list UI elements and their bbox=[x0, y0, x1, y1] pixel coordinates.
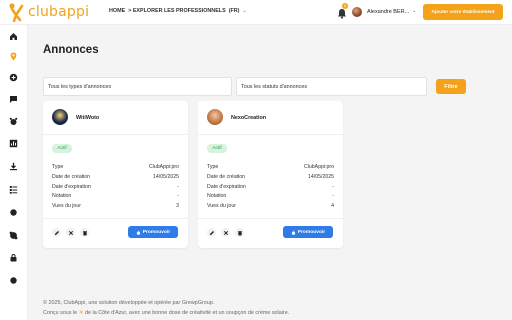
fire-icon bbox=[291, 229, 295, 235]
ad-status-select[interactable]: Tous les statuts d'annonces bbox=[236, 77, 427, 96]
detail-created: Date de création 14/05/2025 bbox=[52, 174, 179, 180]
detail-views: Vues du jour 4 bbox=[207, 202, 334, 209]
card-actions: Promouvoir bbox=[198, 218, 343, 248]
trash-icon[interactable] bbox=[235, 228, 244, 237]
status-badge: Actif bbox=[207, 144, 227, 153]
trash-icon[interactable] bbox=[80, 228, 89, 237]
edit-icon[interactable] bbox=[52, 228, 61, 237]
avatar[interactable] bbox=[352, 7, 362, 17]
footer-copyright: © 2025, ClubAppi, une solution développé… bbox=[43, 300, 215, 306]
detail-views: Vues du jour 3 bbox=[52, 202, 179, 209]
card-actions: Promouvoir bbox=[43, 218, 188, 248]
detail-type: Type ClubAppi:pro bbox=[52, 164, 179, 170]
add-circle-icon[interactable] bbox=[9, 73, 18, 82]
nav-explore-link[interactable]: > EXPLORER LES PROFESSIONNELS bbox=[128, 8, 226, 14]
promote-label: Promouvoir bbox=[142, 229, 171, 235]
promote-button[interactable]: Promouvoir bbox=[128, 226, 178, 238]
chart-icon[interactable] bbox=[9, 139, 18, 148]
download-icon[interactable] bbox=[9, 162, 18, 171]
close-icon[interactable] bbox=[221, 228, 230, 237]
dot-icon[interactable] bbox=[9, 276, 18, 285]
ad-card: NexoCreation Actif Type ClubAppi:pro Date… bbox=[198, 101, 343, 248]
card-header: NexoCreation bbox=[198, 101, 343, 135]
logo-text: clubappi bbox=[28, 4, 90, 20]
detail-expires: Date d'expiration - bbox=[207, 183, 334, 190]
breadcrumb: HOME > EXPLORER LES PROFESSIONNELS (FR) … bbox=[109, 8, 247, 14]
notification-badge: 1 bbox=[342, 3, 348, 9]
card-header: WitiWoto bbox=[43, 101, 188, 135]
filter-button[interactable]: Filtre bbox=[436, 79, 466, 94]
fire-icon bbox=[136, 229, 140, 235]
user-name[interactable]: Alexandre BER... bbox=[367, 9, 409, 15]
detail-created: Date de création 14/05/2025 bbox=[207, 174, 334, 180]
add-establishment-button[interactable]: Ajouter votre établissement bbox=[423, 4, 503, 20]
skype-icon[interactable] bbox=[9, 231, 18, 240]
page-title: Annonces bbox=[43, 44, 99, 56]
detail-expires: Date d'expiration - bbox=[52, 183, 179, 190]
detail-rating: Notation - bbox=[207, 193, 334, 199]
detail-rating: Notation - bbox=[52, 193, 179, 199]
logo[interactable]: clubappi bbox=[7, 2, 90, 23]
chevron-down-icon[interactable]: ⌄ bbox=[412, 8, 416, 14]
promote-button[interactable]: Promouvoir bbox=[283, 226, 333, 238]
dot-icon[interactable] bbox=[9, 208, 18, 217]
lock-icon[interactable] bbox=[9, 253, 18, 262]
avatar bbox=[52, 109, 68, 125]
sidebar bbox=[0, 25, 28, 320]
footer-tagline: Conçu sous le ☀ de la Côte d'Azur, avec … bbox=[43, 310, 290, 316]
ad-type-select[interactable]: Tous les types d'annonces bbox=[43, 77, 232, 96]
location-pin-icon[interactable] bbox=[9, 52, 18, 61]
list-icon[interactable] bbox=[9, 185, 18, 194]
close-icon[interactable] bbox=[66, 228, 75, 237]
card-title[interactable]: WitiWoto bbox=[76, 115, 99, 121]
edit-icon[interactable] bbox=[207, 228, 216, 237]
detail-type: Type ClubAppi:pro bbox=[207, 164, 334, 170]
alarm-icon[interactable] bbox=[9, 117, 18, 126]
home-icon[interactable] bbox=[9, 32, 18, 41]
avatar bbox=[207, 109, 223, 125]
nav-home-link[interactable]: HOME bbox=[109, 8, 125, 14]
top-bar: clubappi HOME > EXPLORER LES PROFESSIONN… bbox=[0, 0, 512, 25]
chevron-down-icon[interactable]: ⌄ bbox=[242, 8, 246, 14]
language-selector[interactable]: (FR) bbox=[229, 8, 240, 14]
promote-label: Promouvoir bbox=[297, 229, 326, 235]
status-badge: Actif bbox=[52, 144, 72, 153]
sun-icon: ☀ bbox=[78, 310, 84, 316]
logo-icon bbox=[7, 2, 26, 23]
ad-card: WitiWoto Actif Type ClubAppi:pro Date de … bbox=[43, 101, 188, 248]
chat-icon[interactable] bbox=[9, 95, 18, 104]
card-title[interactable]: NexoCreation bbox=[231, 115, 266, 121]
